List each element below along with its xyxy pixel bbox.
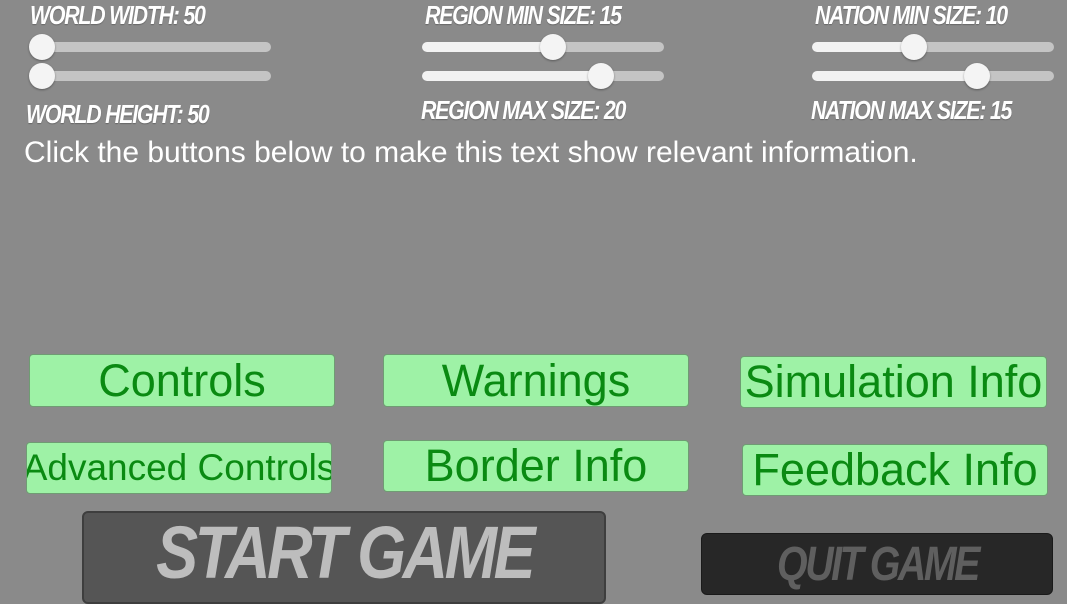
slider-track xyxy=(42,71,271,81)
slider-handle[interactable] xyxy=(29,34,55,60)
start-game-button[interactable]: START GAME xyxy=(82,511,606,604)
slider-fill xyxy=(422,71,602,81)
slider-track xyxy=(42,42,271,52)
slider-fill xyxy=(812,71,977,81)
start-game-label: START GAME xyxy=(155,511,535,594)
slider-fill xyxy=(422,42,553,52)
region-max-size-slider[interactable] xyxy=(422,63,664,89)
slider-handle[interactable] xyxy=(900,34,927,60)
slider-fill xyxy=(812,42,914,52)
quit-game-button[interactable]: QUIT GAME xyxy=(701,533,1053,595)
simulation-info-button[interactable]: Simulation Info xyxy=(740,356,1047,408)
slider-handle[interactable] xyxy=(963,63,990,89)
controls-button[interactable]: Controls xyxy=(29,354,335,407)
advanced-controls-button[interactable]: Advanced Controls xyxy=(26,442,332,494)
slider-handle[interactable] xyxy=(588,63,615,89)
nation-min-size-label: NATION MIN SIZE: 10 xyxy=(815,0,1008,30)
slider-track xyxy=(422,71,664,81)
slider-track xyxy=(812,42,1054,52)
info-text: Click the buttons below to make this tex… xyxy=(24,136,918,169)
border-info-button[interactable]: Border Info xyxy=(383,440,689,492)
world-width-label: WORLD WIDTH: 50 xyxy=(30,0,206,30)
slider-track xyxy=(812,71,1054,81)
world-height-label: WORLD HEIGHT: 50 xyxy=(26,99,210,129)
region-min-size-label: REGION MIN SIZE: 15 xyxy=(425,0,622,30)
slider-handle[interactable] xyxy=(539,34,566,60)
nation-min-size-slider[interactable] xyxy=(812,34,1054,60)
nation-max-size-slider[interactable] xyxy=(812,63,1054,89)
slider-handle[interactable] xyxy=(29,63,55,89)
region-max-size-label: REGION MAX SIZE: 20 xyxy=(421,95,626,125)
warnings-button[interactable]: Warnings xyxy=(383,354,689,407)
world-width-slider[interactable] xyxy=(29,34,271,60)
region-min-size-slider[interactable] xyxy=(422,34,664,60)
nation-max-size-label: NATION MAX SIZE: 15 xyxy=(811,95,1012,125)
quit-game-label: QUIT GAME xyxy=(776,537,980,591)
world-height-slider[interactable] xyxy=(29,63,271,89)
feedback-info-button[interactable]: Feedback Info xyxy=(742,444,1048,496)
